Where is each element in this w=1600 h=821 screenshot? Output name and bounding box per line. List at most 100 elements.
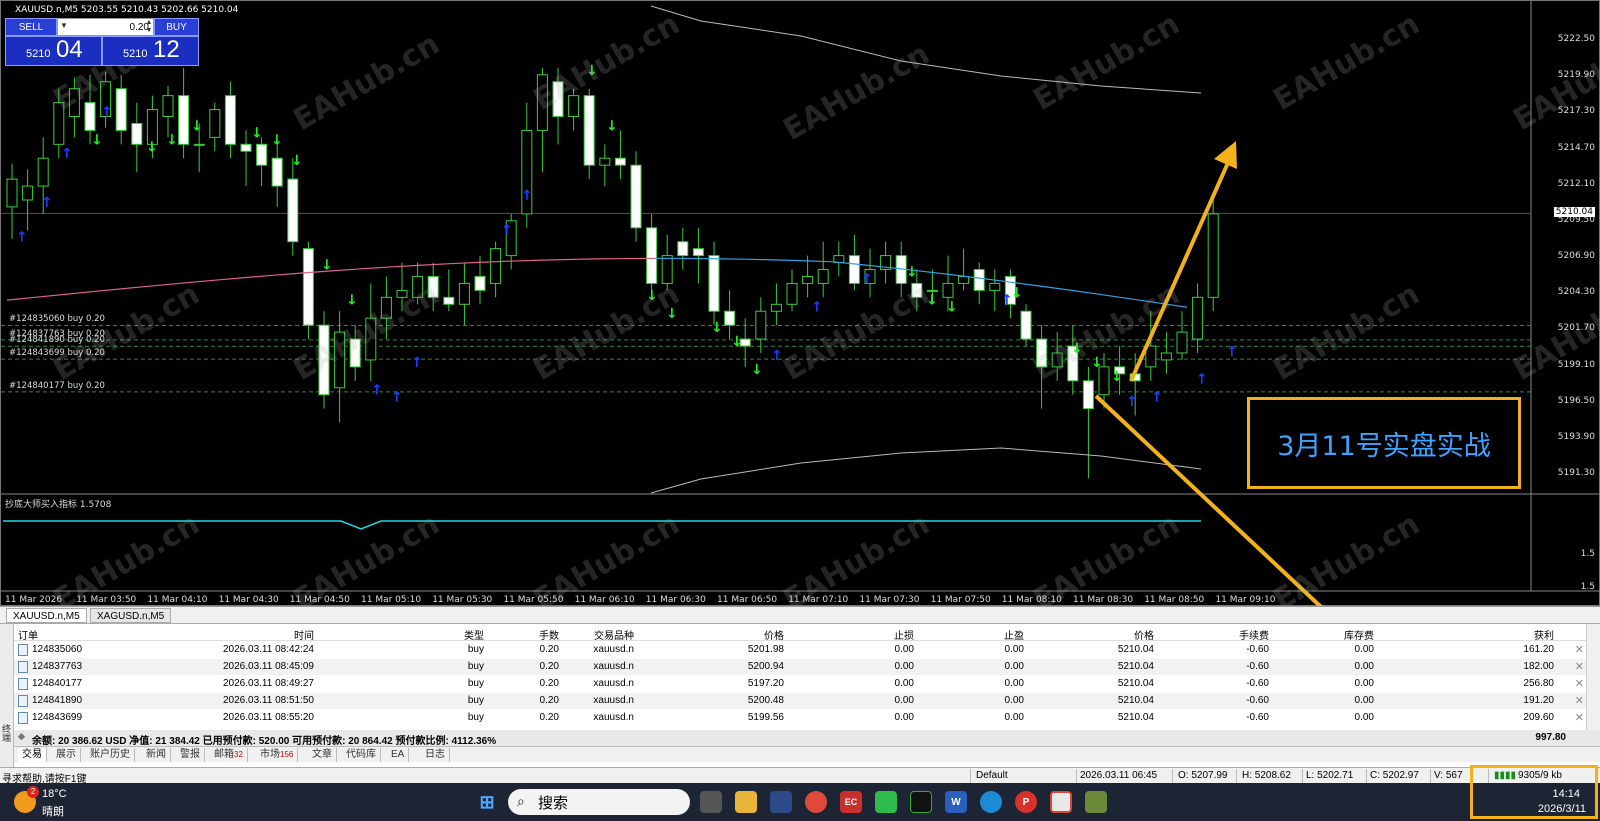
watermark: EAHub.cn <box>1268 7 1426 118</box>
candle-body <box>162 95 174 118</box>
terminal-tab[interactable]: 市场156 <box>256 748 299 762</box>
column-header[interactable]: 止损 <box>874 627 914 642</box>
search-icon: ⌕ <box>517 793 525 809</box>
edge-icon[interactable] <box>980 791 1002 813</box>
sell-price-button[interactable]: 5210 04 <box>5 36 102 66</box>
order-cell: 161.20 <box>1523 644 1554 655</box>
status-volume: V: 567 <box>1434 770 1463 781</box>
column-header[interactable]: 价格 <box>1104 627 1154 642</box>
order-row[interactable]: 124840177 2026.03.11 08:49:27 buy 0.20 xauus… <box>14 676 1600 692</box>
price-chart[interactable]: ↓ ↓ ↓ ↓ ↓ ↓ ↓ ↓ ↓ ↓ ↓ ↓ ↓ ↓ ↓ ↓ ↓ ↓ ↓ ↓ ↓ ↓ ↓ ↑ ↑ ↑ ↑ ↑ ↑ ↑ ↑ ↑ ↑ ↑ ↑ ↑ ↑ ↑ ↑ ↑… <box>0 0 1600 607</box>
metatrader-icon[interactable] <box>1085 791 1107 813</box>
terminal-tab[interactable]: 文章 <box>308 748 337 762</box>
buy-signal-arrow: ↑ <box>1001 292 1013 308</box>
order-line-label: #124843699 buy 0.20 <box>9 348 105 359</box>
column-header[interactable]: 时间 <box>234 627 314 642</box>
price-tick-label: 5222.50 <box>1557 34 1595 44</box>
close-order-icon[interactable]: ✕ <box>1575 694 1584 707</box>
column-header[interactable]: 手数 <box>529 627 559 642</box>
buy-signal-arrow: ↑ <box>101 105 113 121</box>
app-icon-3[interactable]: P <box>1015 791 1037 813</box>
buy-button[interactable]: BUY <box>154 18 199 36</box>
status-profile[interactable]: Default <box>976 770 1008 781</box>
clock-highlight-box <box>1470 765 1598 819</box>
terminal-tabs: 交易 展示 账户历史 新闻 警报 邮箱32 市场156 文章 代码库 EA 日志 <box>14 746 1600 762</box>
order-cell: 5197.20 <box>747 678 784 689</box>
close-order-icon[interactable]: ✕ <box>1575 711 1584 724</box>
word-icon[interactable]: W <box>945 791 967 813</box>
sell-signal-arrow: ↓ <box>1111 369 1123 385</box>
terminal-tab-label: 交易 <box>22 749 42 760</box>
terminal-tab[interactable]: 账户历史 <box>86 748 135 762</box>
order-row[interactable]: 124837763 2026.03.11 08:45:09 buy 0.20 xauus… <box>14 659 1600 675</box>
price-tick-label: 5196.50 <box>1557 395 1595 406</box>
candle-body <box>958 275 970 284</box>
taskbar-search[interactable]: ⌕ 搜索 <box>508 789 690 815</box>
candle-body <box>677 241 689 257</box>
wechat-icon[interactable] <box>875 791 897 813</box>
sell-button[interactable]: SELL <box>5 18 57 36</box>
column-header[interactable]: 交易品种 <box>574 627 634 642</box>
status-high: H: 5208.62 <box>1242 770 1291 781</box>
candle-body <box>22 185 34 201</box>
chrome-icon[interactable] <box>805 791 827 813</box>
terminal-tab[interactable]: EA <box>387 748 410 762</box>
buy-price-button[interactable]: 5210 12 <box>102 36 199 66</box>
order-cell: 124843699 <box>32 712 83 723</box>
weather-temp: 18°C <box>42 788 67 800</box>
price-tick-label: 5217.30 <box>1557 106 1595 117</box>
terminal-tab[interactable]: 邮箱32 <box>210 748 248 762</box>
app-icon-1[interactable] <box>770 791 792 813</box>
column-header[interactable]: 库存费 <box>1334 627 1374 642</box>
close-order-icon[interactable]: ✕ <box>1575 643 1584 656</box>
lots-spinner-icon[interactable]: ▲ ▼ <box>144 19 154 35</box>
terminal-tab[interactable]: 交易 <box>18 748 47 762</box>
column-header[interactable]: 手续费 <box>1229 627 1269 642</box>
terminal-tab[interactable]: 展示 <box>52 748 81 762</box>
terminal-tab[interactable]: 警报 <box>176 748 205 762</box>
column-header[interactable]: 止盈 <box>984 627 1024 642</box>
lots-input[interactable]: ▼ 0.20 ▲ ▼ <box>57 18 154 36</box>
terminal-tab[interactable]: 日志 <box>421 748 450 762</box>
watermark: EAHub.cn <box>1268 507 1426 607</box>
time-tick-label: 11 Mar 09:10 <box>1215 595 1276 605</box>
start-menu-icon[interactable]: ⊞ <box>476 791 498 813</box>
qq-icon[interactable] <box>1050 791 1072 813</box>
order-cell: 0.00 <box>1004 678 1024 689</box>
close-order-icon[interactable]: ✕ <box>1575 677 1584 690</box>
lots-dropdown-icon[interactable]: ▼ <box>60 21 72 33</box>
close-order-icon[interactable]: ✕ <box>1575 660 1584 673</box>
watermark: EAHub.cn <box>778 277 936 388</box>
order-doc-icon <box>18 644 28 656</box>
order-cell: -0.60 <box>1246 661 1269 672</box>
sell-signal-arrow: ↓ <box>711 320 723 336</box>
ec-app-icon[interactable]: EC <box>840 791 862 813</box>
task-view-icon[interactable] <box>700 791 722 813</box>
order-cell: 0.00 <box>1354 712 1374 723</box>
terminal-tab[interactable]: 新闻 <box>142 748 171 762</box>
orders-scrollbar[interactable] <box>1586 624 1600 730</box>
candle-body <box>474 275 486 291</box>
file-explorer-icon[interactable] <box>735 791 757 813</box>
column-header[interactable]: 价格 <box>734 627 784 642</box>
order-line-label: #124840177 buy 0.20 <box>9 380 105 391</box>
watermark: EAHub.cn <box>1028 7 1186 118</box>
candle-body <box>37 157 49 187</box>
sell-price-prefix: 5210 <box>26 48 51 60</box>
time-tick-label: 11 Mar 06:30 <box>645 595 706 605</box>
order-cell: 124840177 <box>32 678 83 689</box>
column-header[interactable]: 获利 <box>1510 627 1554 642</box>
app-icon-2[interactable] <box>910 791 932 813</box>
order-row[interactable]: 124841890 2026.03.11 08:51:50 buy 0.20 xauus… <box>14 693 1600 709</box>
order-row[interactable]: 124843699 2026.03.11 08:55:20 buy 0.20 xauus… <box>14 710 1600 726</box>
column-header[interactable]: 订单 <box>18 627 38 642</box>
tab-xauusd[interactable]: XAUUSD.n,M5 <box>6 608 87 623</box>
order-cell: 5210.04 <box>1117 661 1154 672</box>
order-row[interactable]: 124835060 2026.03.11 08:42:24 buy 0.20 xauus… <box>14 642 1600 658</box>
tab-xagusd[interactable]: XAGUSD.n,M5 <box>90 608 172 623</box>
chart-canvas[interactable]: ↓ ↓ ↓↓ ↓ ↓↓↓↓↓↓↓↓↓↓↓↓↓ ↓↓↓↓↓↑↑↑↑↑ ↑↑↑↑↑↑↑↑↑ ↑↑↑… <box>1 1 1600 607</box>
order-cell: 5210.04 <box>1117 695 1154 706</box>
terminal-tab[interactable]: 代码库 <box>342 748 381 762</box>
price-tick-label: 5191.30 <box>1557 468 1595 478</box>
column-header[interactable]: 类型 <box>456 627 484 642</box>
